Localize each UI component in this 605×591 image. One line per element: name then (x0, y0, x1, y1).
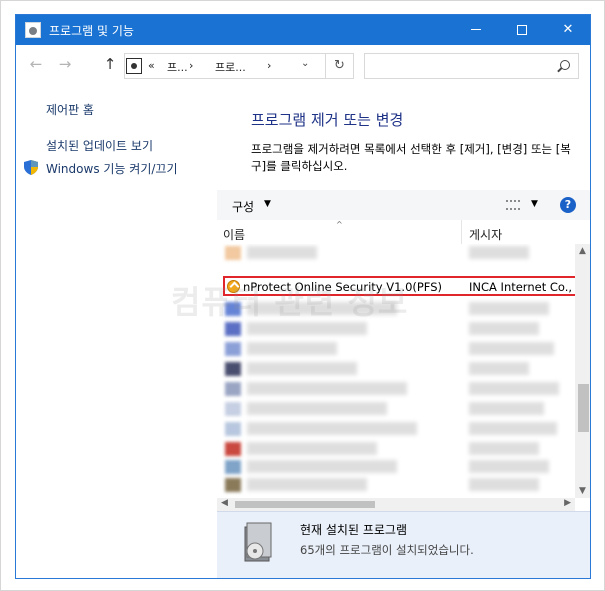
scroll-down-icon[interactable]: ▼ (579, 486, 586, 496)
refresh-button[interactable]: ↻ (325, 54, 353, 78)
program-icon (225, 362, 241, 376)
horizontal-scrollbar[interactable]: ◀ ▶ (217, 498, 575, 511)
blurred-publisher[interactable] (469, 422, 557, 435)
blurred-program-name[interactable] (247, 402, 387, 415)
search-icon[interactable] (560, 60, 570, 70)
program-icon (225, 382, 241, 396)
breadcrumb-separator-icon: › (189, 59, 194, 72)
help-icon[interactable]: ? (560, 197, 576, 213)
minimize-button[interactable] (453, 15, 499, 45)
breadcrumb-item-programs[interactable]: 프로... (215, 59, 246, 75)
blurred-publisher[interactable] (469, 478, 539, 491)
breadcrumb-separator-icon: › (267, 59, 272, 72)
program-icon (225, 322, 241, 336)
breadcrumb-overflow[interactable]: « (148, 59, 155, 72)
blurred-publisher[interactable] (469, 382, 559, 395)
blurred-publisher[interactable] (469, 322, 539, 335)
blurred-publisher[interactable] (469, 442, 539, 455)
selected-program-row[interactable]: nProtect Online Security V1.0(PFS) INCA … (223, 276, 575, 296)
installed-programs-icon (244, 522, 272, 562)
details-pane: 현재 설치된 프로그램 65개의 프로그램이 설치되었습니다. (217, 511, 590, 578)
program-name: nProtect Online Security V1.0(PFS) (243, 280, 443, 294)
program-list-view: 구성 ▼ ▼ ? 이름 ^ 게시자 nProtect Online Securi… (217, 190, 590, 511)
column-header: 이름 ^ 게시자 (217, 220, 590, 244)
blurred-program-name[interactable] (247, 422, 417, 435)
search-box[interactable] (364, 53, 579, 79)
chevron-down-icon[interactable]: ▼ (531, 199, 538, 209)
column-divider[interactable] (461, 220, 462, 244)
installed-count: 65개의 프로그램이 설치되었습니다. (300, 543, 474, 557)
scroll-left-icon[interactable]: ◀ (221, 498, 228, 508)
blurred-publisher[interactable] (469, 342, 554, 355)
program-icon (225, 402, 241, 416)
view-installed-updates-link[interactable]: 설치된 업데이트 보기 (46, 137, 153, 154)
maximize-icon (517, 24, 527, 35)
organize-button[interactable]: 구성 (232, 198, 254, 215)
forward-arrow-icon[interactable]: → (57, 56, 73, 72)
nprotect-icon (227, 280, 240, 293)
scrollbar-thumb[interactable] (235, 501, 375, 508)
close-button[interactable]: ✕ (545, 15, 590, 45)
control-panel-home-link[interactable]: 제어판 홈 (46, 101, 94, 118)
page-description: 프로그램을 제거하려면 목록에서 선택한 후 [제거], [변경] 또는 [복구… (251, 142, 571, 173)
blurred-publisher[interactable] (469, 460, 549, 473)
blurred-program-name[interactable] (247, 478, 367, 491)
program-publisher: INCA Internet Co., L (469, 280, 575, 294)
blurred-publisher[interactable] (469, 302, 549, 315)
title-bar: 프로그램 및 기능 ✕ (16, 15, 590, 45)
control-panel-icon (126, 58, 142, 74)
program-icon (225, 442, 241, 456)
column-header-publisher[interactable]: 게시자 (469, 226, 502, 243)
windows-features-link[interactable]: Windows 기능 켜기/끄기 (46, 160, 177, 177)
blurred-program-name[interactable] (247, 442, 377, 455)
scrollbar-thumb[interactable] (578, 384, 589, 432)
programs-app-icon (25, 22, 41, 38)
blurred-program-name[interactable] (247, 460, 397, 473)
back-arrow-icon[interactable]: ← (28, 56, 44, 72)
program-icon (225, 246, 241, 260)
chevron-down-icon[interactable]: ⌄ (301, 58, 317, 69)
scroll-right-icon[interactable]: ▶ (564, 498, 571, 508)
blurred-publisher[interactable] (469, 402, 544, 415)
chevron-down-icon[interactable]: ▼ (264, 199, 271, 209)
screenshot-frame: 프로그램 및 기능 ✕ ← → ↑ « 프... › 프로... › ⌄ ↻ 제… (0, 0, 605, 591)
breadcrumb-item-control-panel[interactable]: 프... (167, 59, 188, 75)
left-task-pane: 제어판 홈 설치된 업데이트 보기 Windows 기능 켜기/끄기 (16, 85, 226, 578)
program-icon (225, 342, 241, 356)
program-icon (225, 422, 241, 436)
search-input[interactable] (369, 55, 549, 77)
uac-shield-icon (24, 160, 38, 175)
blurred-publisher[interactable] (469, 362, 529, 375)
sort-ascending-icon: ^ (336, 220, 343, 229)
view-options-icon[interactable] (506, 200, 520, 210)
scroll-up-icon[interactable]: ▲ (579, 246, 586, 256)
programs-and-features-window: 프로그램 및 기능 ✕ ← → ↑ « 프... › 프로... › ⌄ ↻ 제… (15, 14, 591, 579)
column-header-name[interactable]: 이름 (223, 226, 245, 243)
vertical-scrollbar[interactable]: ▲ ▼ (575, 244, 590, 498)
program-icon (225, 478, 241, 492)
blurred-program-name[interactable] (247, 362, 357, 375)
page-title: 프로그램 제거 또는 변경 (251, 111, 404, 129)
minimize-icon (471, 29, 481, 30)
blurred-program-name[interactable] (247, 382, 407, 395)
blurred-program-name[interactable] (247, 322, 367, 335)
blurred-program-name[interactable] (247, 302, 397, 315)
program-icon (225, 460, 241, 474)
up-arrow-icon[interactable]: ↑ (102, 56, 118, 72)
program-rows: nProtect Online Security V1.0(PFS) INCA … (217, 244, 575, 498)
maximize-button[interactable] (499, 15, 545, 45)
list-toolbar: 구성 ▼ ▼ ? (217, 190, 590, 220)
details-title: 현재 설치된 프로그램 (300, 523, 407, 537)
navigation-bar: ← → ↑ « 프... › 프로... › ⌄ ↻ (16, 45, 590, 85)
blurred-program-name[interactable] (247, 246, 317, 259)
address-bar[interactable]: « 프... › 프로... › ⌄ ↻ (124, 53, 354, 79)
window-title: 프로그램 및 기능 (49, 24, 134, 38)
program-icon (225, 302, 241, 316)
blurred-publisher[interactable] (469, 246, 529, 259)
blurred-program-name[interactable] (247, 342, 337, 355)
